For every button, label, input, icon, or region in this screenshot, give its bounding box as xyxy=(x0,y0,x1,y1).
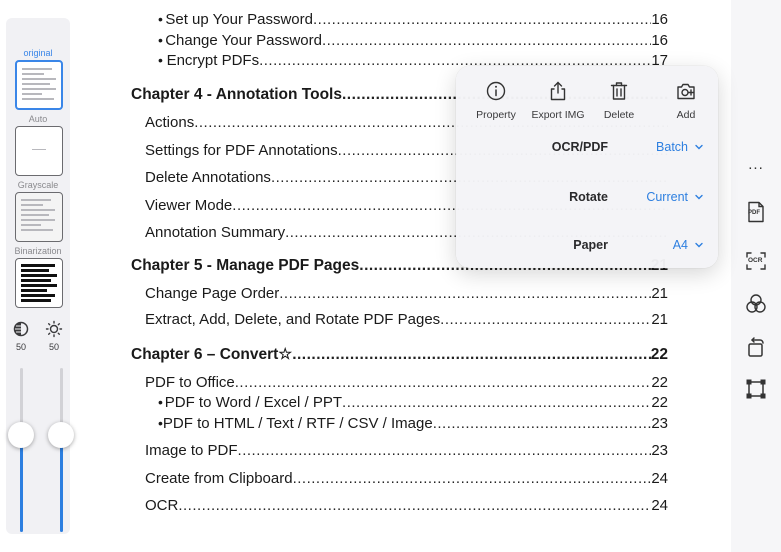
toc-line[interactable]: •PDF to HTML / Text / RTF / CSV / Image2… xyxy=(158,415,668,432)
add-label: Add xyxy=(676,109,696,121)
pdf-icon[interactable]: PDF xyxy=(744,200,768,224)
brightness-value: 50 xyxy=(48,342,59,352)
paper-setting-name: Paper xyxy=(573,238,608,252)
rotate-setting-value[interactable]: Current xyxy=(646,190,688,204)
delete-button[interactable]: Delete xyxy=(589,80,649,121)
toc-line[interactable]: Image to PDF23 xyxy=(145,442,668,459)
brightness-slider-fill xyxy=(60,436,63,532)
property-label: Property xyxy=(476,109,516,121)
ocr-pdf-setting[interactable]: OCR/PDF Batch xyxy=(456,136,718,160)
rotate-icon[interactable] xyxy=(744,335,768,359)
brightness-slider-knob[interactable] xyxy=(48,422,74,448)
property-button[interactable]: Property xyxy=(466,80,526,121)
toc-line[interactable]: •Change Your Password16 xyxy=(158,32,668,49)
filter-thumb-auto[interactable] xyxy=(15,126,63,176)
contrast-value: 50 xyxy=(15,342,26,352)
add-button[interactable]: Add xyxy=(656,80,716,121)
chevron-down-icon xyxy=(695,194,703,200)
right-toolbar: ... PDF OCR xyxy=(731,0,781,552)
pdf-icon-label: PDF xyxy=(748,210,760,216)
filter-label-grayscale: Grayscale xyxy=(17,180,59,190)
filter-sidebar: original Auto Grayscale Binarization 50 … xyxy=(6,18,74,534)
paper-setting[interactable]: Paper A4 xyxy=(456,234,718,258)
filter-thumb-original[interactable] xyxy=(15,60,63,110)
rotate-setting[interactable]: Rotate Current xyxy=(456,186,718,210)
filter-label-binarization: Binarization xyxy=(14,246,62,256)
color-circles-icon[interactable] xyxy=(744,292,768,316)
filter-thumb-binarization[interactable] xyxy=(15,258,63,308)
export-img-button[interactable]: Export IMG xyxy=(528,80,588,121)
ocr-pdf-setting-name: OCR/PDF xyxy=(551,140,608,154)
toc-line[interactable]: •Set up Your Password16 xyxy=(158,11,668,28)
delete-label: Delete xyxy=(603,109,635,121)
page-options-popup: Property Export IMG Delete Add OCR/PDF B… xyxy=(456,66,718,268)
filter-thumb-grayscale[interactable] xyxy=(15,192,63,242)
toc-line[interactable]: PDF to Office22 xyxy=(145,374,668,391)
export-img-label: Export IMG xyxy=(531,109,585,121)
crop-icon[interactable] xyxy=(744,377,768,401)
brightness-icon xyxy=(45,320,63,338)
rotate-setting-name: Rotate xyxy=(569,190,608,204)
chevron-down-icon xyxy=(695,144,703,150)
ocr-icon-label: OCR xyxy=(748,257,763,264)
toc-chapter[interactable]: Chapter 6 – Convert☆22 xyxy=(131,345,668,364)
toc-line[interactable]: Create from Clipboard24 xyxy=(145,470,668,487)
add-photo-icon xyxy=(677,83,695,100)
contrast-slider-fill xyxy=(20,436,23,532)
ocr-pdf-setting-value[interactable]: Batch xyxy=(656,140,688,154)
contrast-icon xyxy=(13,321,29,337)
ocr-icon[interactable]: OCR xyxy=(744,249,768,273)
trash-icon xyxy=(610,82,628,100)
info-icon xyxy=(486,81,506,101)
toc-line[interactable]: OCR24 xyxy=(145,497,668,514)
toc-line[interactable]: Extract, Add, Delete, and Rotate PDF Pag… xyxy=(145,311,668,328)
paper-setting-value[interactable]: A4 xyxy=(673,238,688,252)
contrast-slider-knob[interactable] xyxy=(8,422,34,448)
share-icon xyxy=(550,81,566,101)
filter-label-original: original xyxy=(23,48,53,58)
filter-label-auto: Auto xyxy=(28,114,48,124)
chevron-down-icon xyxy=(695,242,703,248)
toc-line[interactable]: •PDF to Word / Excel / PPT22 xyxy=(158,394,668,411)
toc-line[interactable]: Change Page Order21 xyxy=(145,285,668,302)
more-icon[interactable]: ... xyxy=(743,156,769,173)
